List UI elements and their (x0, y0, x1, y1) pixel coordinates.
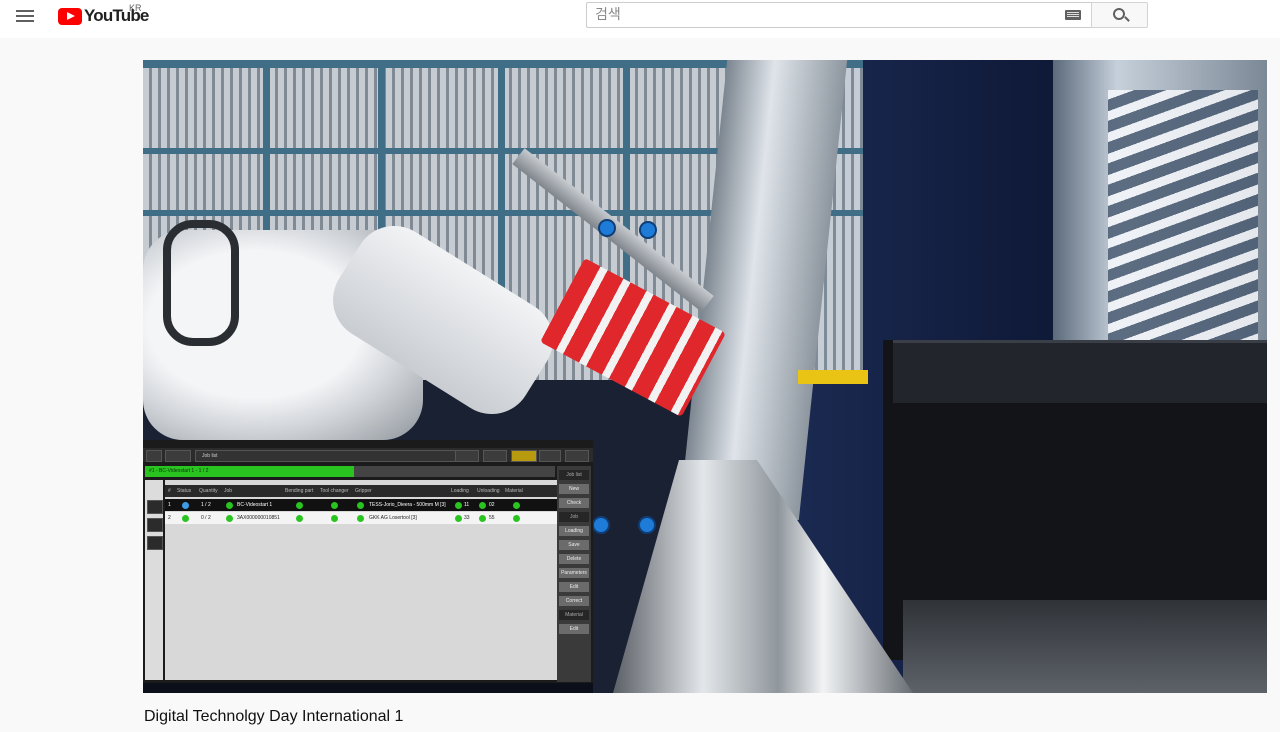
hmi-right-panel: Job list New Check Job Loading Save Delete Para… (557, 466, 591, 682)
hmi-panel-button: Parameters (559, 568, 589, 578)
hmi-panel-button: New (559, 484, 589, 494)
tool-icon (147, 536, 163, 550)
hmi-panel-button: Edit (559, 624, 589, 634)
hmi-panel-button: Job list (559, 470, 589, 480)
hmi-toolbar: Job list (143, 448, 593, 462)
hmi-panel-button: Delete (559, 554, 589, 564)
table-header-cell: Bending part (285, 488, 314, 494)
masthead: YouTube KR (0, 0, 1280, 38)
hmi-progress-label: #1 - BC-Videostart 1 - 1 / 2 (145, 466, 354, 477)
help-icon (539, 450, 561, 462)
hmi-panel-button: Save (559, 540, 589, 550)
table-header-cell: Material (505, 488, 523, 494)
hmi-table-header: # Status Quantity Job Bending part Tool chang… (165, 485, 557, 497)
keyboard-icon[interactable] (1065, 10, 1082, 20)
hmi-panel-button: Check (559, 498, 589, 508)
hmi-progress-bar: #1 - BC-Videostart 1 - 1 / 2 (145, 466, 555, 477)
table-header-cell: Status (177, 488, 192, 494)
hmi-panel-button: Loading (559, 526, 589, 536)
search-box (586, 2, 1092, 28)
hmi-taskbar (143, 683, 593, 693)
table-header-cell: Tool changer (320, 488, 349, 494)
youtube-logo[interactable]: YouTube KR (58, 3, 149, 26)
table-header-cell: Unloading (477, 488, 500, 494)
search-bar (586, 2, 1148, 28)
list-icon (147, 518, 163, 532)
search-input[interactable] (587, 3, 1063, 27)
logo-country-code: KR (129, 3, 142, 13)
hmi-sidebar (145, 480, 163, 680)
video-title: Digital Technolgy Day International 1 (144, 708, 404, 725)
embedded-hmi-screen: Job list #1 - BC-Videostart 1 - 1 / 2 # S… (143, 440, 593, 693)
warning-icon (511, 450, 537, 462)
table-header-cell: Quantity (199, 488, 218, 494)
search-button[interactable] (1091, 2, 1148, 28)
hmi-panel-button: Correct (559, 596, 589, 606)
hmi-job-field: Job list (195, 450, 459, 462)
hmi-panel-button: Job (559, 512, 589, 522)
table-header-cell: Gripper (355, 488, 372, 494)
menu-icon[interactable] (10, 4, 42, 28)
close-icon (147, 500, 163, 514)
search-icon (1113, 8, 1126, 20)
hmi-panel-button: Edit (559, 582, 589, 592)
table-header-cell: Loading (451, 488, 469, 494)
hmi-job-table: # Status Quantity Job Bending part Tool chang… (165, 480, 557, 680)
table-row: 2 0 / 2 3AX000000010851 GKK AG Losertool… (165, 512, 557, 524)
power-icon (565, 450, 589, 462)
youtube-logo-icon (58, 7, 82, 25)
play-icon (483, 450, 507, 462)
table-header-cell: Job (224, 488, 233, 494)
table-header-cell: # (168, 488, 171, 494)
table-row: 1 1 / 2 BC-Videostart 1 TESS-Jorio_Dieer… (165, 499, 557, 511)
hmi-panel-button: Material (559, 610, 589, 620)
video-player[interactable]: Job list #1 - BC-Videostart 1 - 1 / 2 # S… (143, 60, 1267, 693)
home-icon (146, 450, 162, 462)
